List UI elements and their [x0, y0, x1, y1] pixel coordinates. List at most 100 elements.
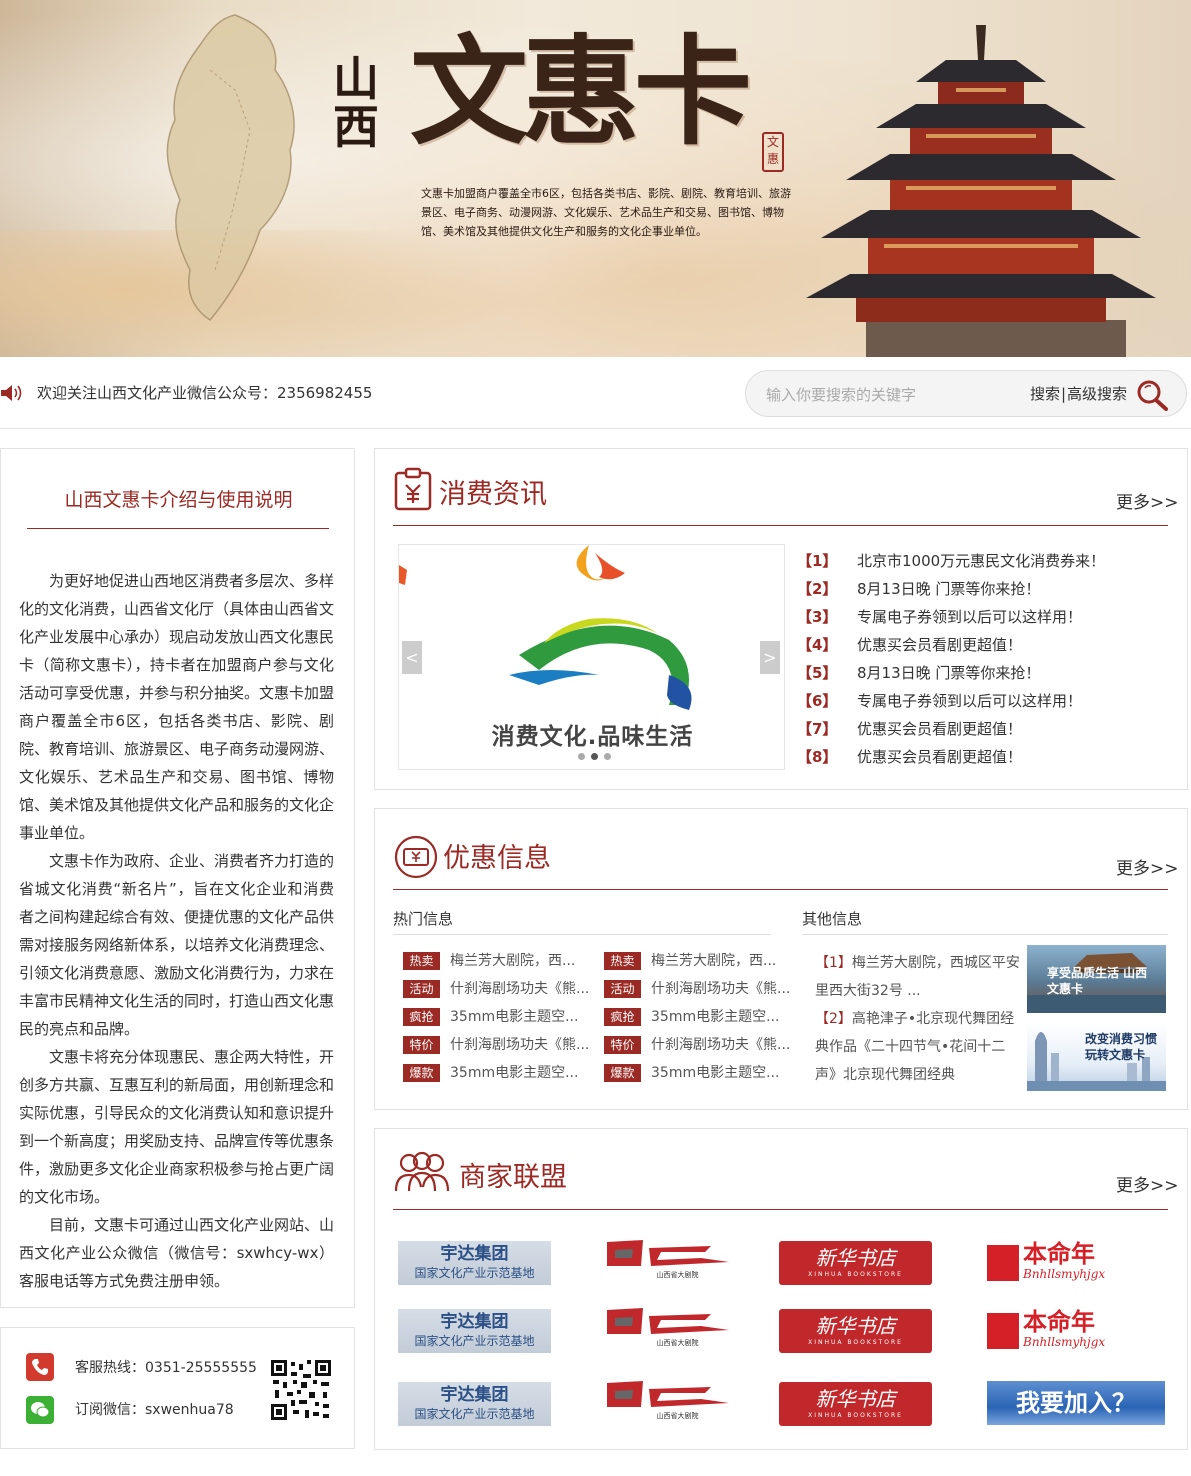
slide-logo-image [399, 545, 692, 710]
promo-text: 35mm电影主题空... [450, 1065, 579, 1081]
merchant-name: 本命年 [1023, 1239, 1095, 1268]
merchant-subtitle: Bnhllsmyhjgx [1023, 1267, 1106, 1281]
search-separator: | [1061, 385, 1067, 403]
other-info-item[interactable]: 【2】高艳津子•北京现代舞团经典作品《二十四节气•花间十二声》北京现代舞团经典 [815, 1005, 1025, 1089]
merchant-name: 新华书店 [815, 1314, 896, 1338]
promo-item[interactable]: 活动 什刹海剧场功夫《熊... [398, 975, 589, 1003]
news-title: 北京市1000万元惠民文化消费券来！ [857, 552, 1106, 570]
merchant-logo-theatre[interactable]: 山西省大剧院 [601, 1377, 754, 1427]
theatre-logo-mark [607, 1381, 729, 1407]
promotions-panel: 优惠信息 更多>> 热门信息 其他信息 热卖 梅兰芳大剧院，西... 活动 什刹海剧… [374, 808, 1188, 1110]
slider-dot[interactable] [604, 753, 611, 760]
consumer-news-divider [393, 525, 1168, 526]
merchant-logo-benmingnian[interactable]: 本命年 Bnhllsmyhjgx [987, 1309, 1163, 1353]
news-number: 【2】 [797, 580, 838, 598]
news-number: 【6】 [797, 692, 838, 710]
promo-item[interactable]: 热卖 梅兰芳大剧院，西... [599, 947, 789, 975]
slider-next-button[interactable]: > [760, 641, 780, 674]
advanced-search-button[interactable]: 高级搜索 [1067, 384, 1127, 404]
intro-paragraph: 文惠卡将充分体现惠民、惠企两大特性，开创多方共赢、互惠互利的新局面，用创新理念和… [19, 1048, 335, 1206]
promo-item[interactable]: 爆款 35mm电影主题空... [398, 1059, 588, 1087]
join-us-button[interactable]: 我要加入？ [987, 1381, 1165, 1425]
banner: 山西 文惠卡 文惠 文惠卡加盟商户覆盖全市6区，包括各类书店、影院、剧院、教育培… [0, 0, 1191, 357]
news-number: 【3】 [797, 608, 838, 626]
merchant-subtitle: XINHUA BOOKSTORE [808, 1271, 903, 1278]
promo-item[interactable]: 疯抢 35mm电影主题空... [599, 1003, 789, 1031]
slider-dots [578, 753, 618, 761]
promo-item[interactable]: 特价 什刹海剧场功夫《熊... [599, 1031, 790, 1059]
promo-item[interactable]: 活动 什刹海剧场功夫《熊... [599, 975, 790, 1003]
search-icon[interactable] [1136, 379, 1170, 411]
search-input[interactable] [766, 383, 1016, 407]
merchant-logo-benmingnian[interactable]: 本命年 Bnhllsmyhjgx [987, 1241, 1163, 1285]
theatre-logo-mark [607, 1240, 729, 1266]
merchant-logo-xinhua[interactable]: 新华书店 XINHUA BOOKSTORE [779, 1382, 932, 1426]
intro-body: 为更好地促进山西地区消费者多层次、多样化的文化消费，山西省文化厅（具体由山西省文… [19, 567, 334, 1295]
news-item[interactable]: 【3】 专属电子券领到以后可以这样用！ [797, 603, 1177, 631]
intro-paragraph: 目前，文惠卡可通过山西文化产业网站、山西文化产业公众微信（微信号：sxwhcy-… [19, 1216, 335, 1290]
news-item[interactable]: 【5】 8月13日晚 门票等你来抢！ [797, 659, 1177, 687]
news-title: 专属电子券领到以后可以这样用！ [857, 692, 1083, 710]
promo-text: 什刹海剧场功夫《熊... [450, 1037, 590, 1053]
news-number: 【8】 [797, 748, 838, 766]
promo-item[interactable]: 特价 什刹海剧场功夫《熊... [398, 1031, 590, 1059]
promo-item[interactable]: 爆款 35mm电影主题空... [599, 1059, 789, 1087]
promo-tag: 疯抢 [604, 1008, 641, 1026]
promo-tag: 热卖 [403, 952, 440, 970]
merchant-subtitle: 国家文化产业示范基地 [414, 1334, 535, 1348]
merchant-subtitle: Bnhllsmyhjgx [1023, 1335, 1106, 1349]
promo-text: 35mm电影主题空... [651, 1065, 780, 1081]
merchant-name: 宇达集团 [440, 1244, 509, 1264]
promo-tag: 特价 [403, 1036, 440, 1054]
benmingnian-mark [987, 1313, 1019, 1349]
notice-text: 欢迎关注山西文化产业微信公众号：2356982455 [37, 384, 373, 402]
intro-divider [27, 528, 329, 529]
other-info-item[interactable]: 【1】梅兰芳大剧院，西城区平安里西大街32号 ... [815, 949, 1025, 1005]
consumer-news-more-link[interactable]: 更多>> [1116, 492, 1179, 514]
news-item[interactable]: 【4】 优惠买会员看剧更超值！ [797, 631, 1177, 659]
promo-text: 35mm电影主题空... [651, 1009, 780, 1025]
news-item[interactable]: 【1】 北京市1000万元惠民文化消费券来！ [797, 547, 1177, 575]
merchant-name: 山西省大剧院 [656, 1412, 699, 1420]
merchant-logo-yuda[interactable]: 宇达集团 国家文化产业示范基地 [398, 1241, 551, 1285]
hot-list-col1: 热卖 梅兰芳大剧院，西... 活动 什刹海剧场功夫《熊... 疯抢 35mm电影主题空… [398, 947, 590, 1087]
merchant-subtitle: XINHUA BOOKSTORE [808, 1412, 903, 1419]
promo-thumbnail[interactable]: 享受品质生活 山西文惠卡 [1027, 945, 1166, 1013]
promo-item[interactable]: 热卖 梅兰芳大剧院，西... [398, 947, 588, 975]
promo-text: 梅兰芳大剧院，西... [450, 953, 576, 969]
merchant-name: 新华书店 [815, 1246, 896, 1270]
promo-tag: 爆款 [403, 1064, 440, 1082]
slider-dot[interactable] [578, 753, 585, 760]
merchants-more-link[interactable]: 更多>> [1116, 1175, 1179, 1197]
news-number: 【1】 [797, 552, 838, 570]
promotions-more-link[interactable]: 更多>> [1116, 858, 1179, 880]
merchant-logo-yuda[interactable]: 宇达集团 国家文化产业示范基地 [398, 1382, 551, 1426]
merchant-logo-yuda[interactable]: 宇达集团 国家文化产业示范基地 [398, 1309, 551, 1353]
promotions-title: 优惠信息 [443, 843, 551, 874]
promo-text: 梅兰芳大剧院，西... [651, 953, 777, 969]
news-item[interactable]: 【7】 优惠买会员看剧更超值！ [797, 715, 1177, 743]
news-title: 8月13日晚 门票等你来抢！ [857, 580, 1041, 598]
news-item[interactable]: 【8】 优惠买会员看剧更超值！ [797, 743, 1177, 771]
merchant-logo-xinhua[interactable]: 新华书店 XINHUA BOOKSTORE [779, 1241, 932, 1285]
merchants-divider [393, 1209, 1168, 1210]
merchants-title: 商家联盟 [459, 1162, 567, 1193]
coupon-icon [394, 835, 438, 879]
merchant-subtitle: 国家文化产业示范基地 [414, 1407, 535, 1421]
promo-thumbnail[interactable]: 改变消费习惯 玩转文惠卡 [1027, 1023, 1166, 1091]
search-button[interactable]: 搜索 [1030, 384, 1060, 404]
promo-text: 35mm电影主题空... [450, 1009, 579, 1025]
promo-item[interactable]: 疯抢 35mm电影主题空... [398, 1003, 588, 1031]
news-item[interactable]: 【6】 专属电子券领到以后可以这样用！ [797, 687, 1177, 715]
merchant-logo-theatre[interactable]: 山西省大剧院 [601, 1236, 754, 1286]
benmingnian-mark [987, 1245, 1019, 1281]
merchant-name: 宇达集团 [440, 1312, 509, 1332]
merchants-panel: 商家联盟 更多>> 宇达集团 国家文化产业示范基地 山西省大剧院 新华书店 XI… [374, 1128, 1188, 1450]
merchant-logo-theatre[interactable]: 山西省大剧院 [601, 1304, 754, 1354]
thumbnail-caption: 享受品质生活 山西文惠卡 [1047, 966, 1148, 996]
join-us-label: 我要加入？ [1016, 1389, 1136, 1417]
news-item[interactable]: 【2】 8月13日晚 门票等你来抢！ [797, 575, 1177, 603]
slider-dot[interactable] [591, 753, 598, 760]
slider-prev-button[interactable]: < [402, 641, 422, 674]
merchant-logo-xinhua[interactable]: 新华书店 XINHUA BOOKSTORE [779, 1309, 932, 1353]
